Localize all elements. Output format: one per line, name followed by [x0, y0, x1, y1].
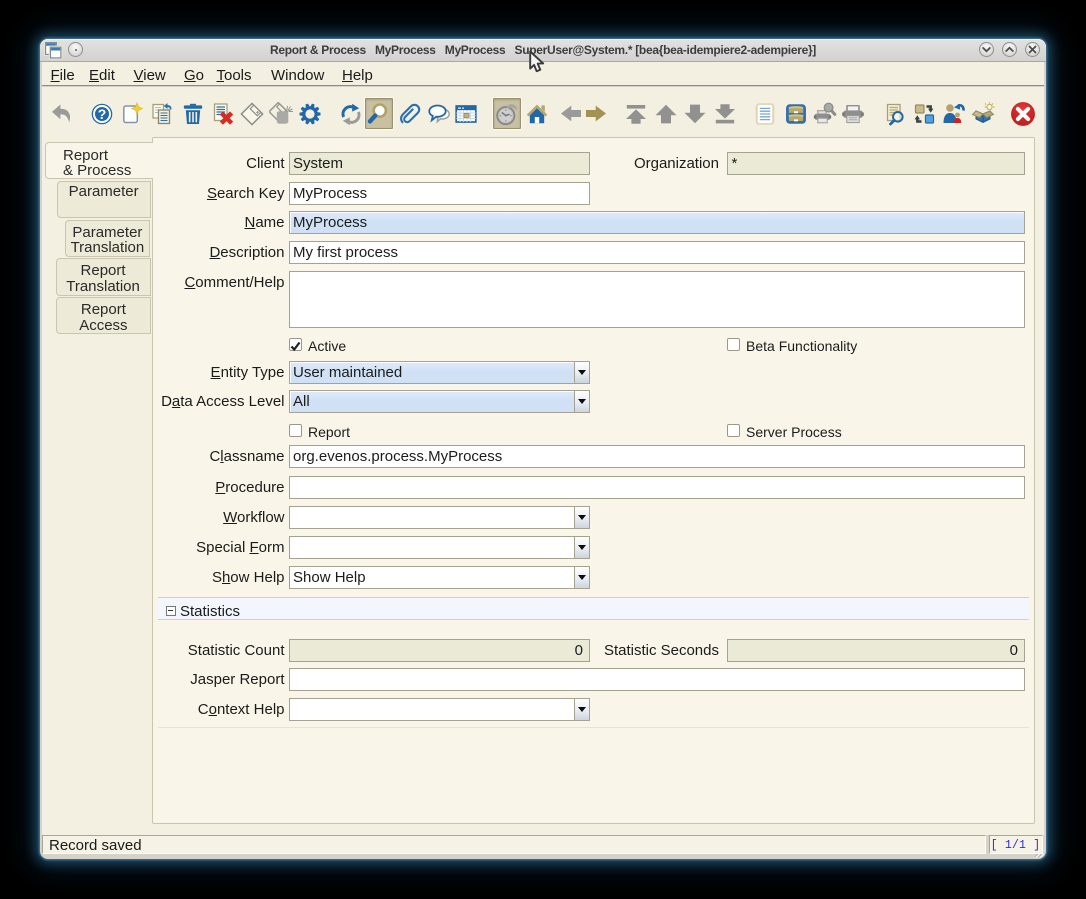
svg-text:?: ? [97, 106, 106, 122]
